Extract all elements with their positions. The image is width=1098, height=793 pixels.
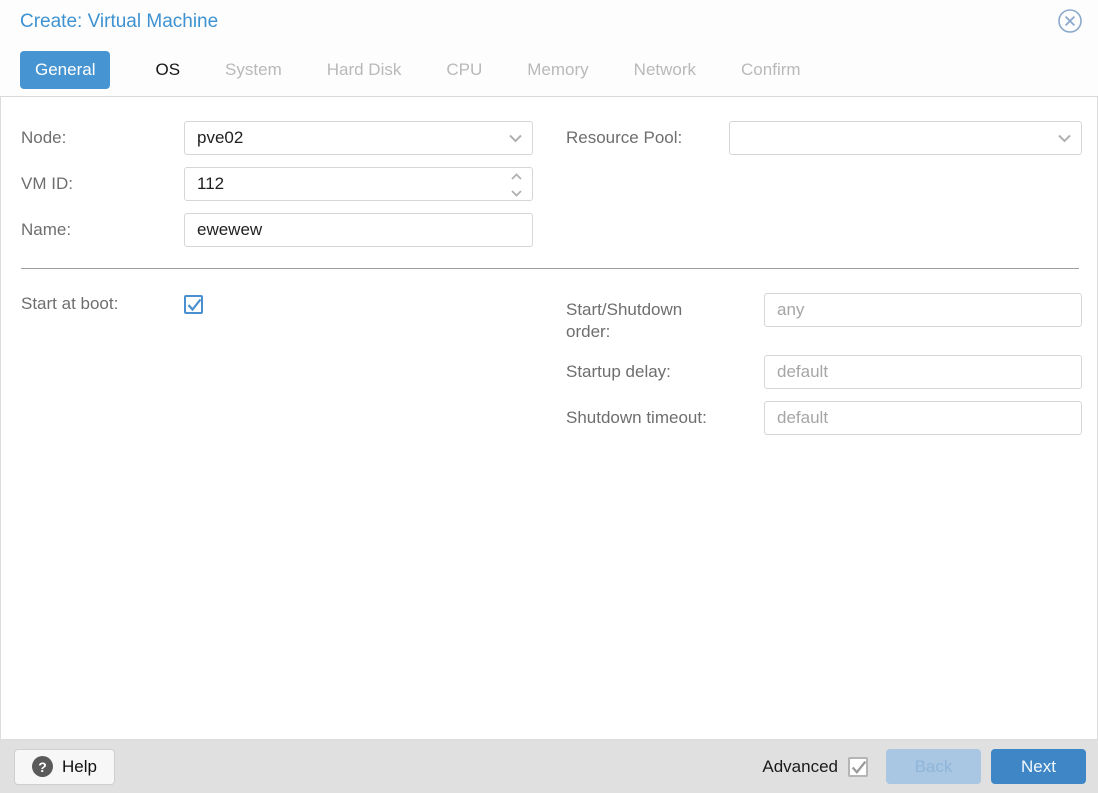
help-icon: ? [32,756,53,777]
resource-pool-combobox[interactable] [729,121,1082,155]
tab-cpu: CPU [446,60,483,79]
shutdown-timeout-label: Shutdown timeout: [566,408,707,427]
general-tab-panel: Node: VM ID: [0,97,1098,740]
help-button[interactable]: ? Help [14,748,115,785]
advanced-label: Advanced [762,756,838,776]
vmid-spinner-input[interactable] [184,167,533,201]
dialog-title: Create: Virtual Machine [20,11,219,32]
node-combobox[interactable] [184,121,533,155]
shutdown-timeout-input[interactable] [764,401,1082,435]
resource-pool-dropdown-trigger[interactable] [1055,121,1074,155]
tab-memory: Memory [527,60,589,79]
chevron-down-icon [1057,131,1072,146]
create-vm-dialog: Create: Virtual Machine General OS Syste… [0,0,1098,793]
name-input[interactable] [184,213,533,247]
startup-delay-label: Startup delay: [566,362,671,381]
close-button[interactable] [1056,8,1084,36]
wizard-tabbar: General OS System Hard Disk CPU Memory N… [0,44,1098,97]
close-icon [1057,8,1083,37]
node-label: Node: [21,128,67,147]
tab-confirm: Confirm [741,60,801,79]
tab-os[interactable]: OS [155,60,180,80]
tab-network: Network [633,60,697,79]
resource-pool-label: Resource Pool: [566,128,683,147]
startup-order-label: Start/Shutdown order: [566,300,683,341]
help-button-label: Help [62,756,97,776]
chevron-down-icon [510,185,523,200]
dialog-footer: ? Help Advanced Back Next [0,740,1098,793]
section-divider [21,268,1079,269]
tab-system: System [225,60,282,79]
vmid-label: VM ID: [21,174,73,193]
tab-general[interactable]: General [20,51,111,89]
name-label: Name: [21,220,72,239]
next-button[interactable]: Next [991,749,1086,784]
start-at-boot-label: Start at boot: [21,294,119,313]
startup-order-input[interactable] [764,293,1082,327]
tab-hard-disk: Hard Disk [326,60,402,79]
back-button[interactable]: Back [886,749,981,784]
start-at-boot-checkbox[interactable] [184,294,203,314]
startup-delay-input[interactable] [764,355,1082,389]
vmid-spinner-buttons[interactable] [508,167,525,201]
chevron-up-icon [510,169,523,184]
advanced-checkbox[interactable] [848,756,868,777]
dialog-header: Create: Virtual Machine [0,0,1098,44]
chevron-down-icon [508,131,523,146]
node-dropdown-trigger[interactable] [506,121,525,155]
